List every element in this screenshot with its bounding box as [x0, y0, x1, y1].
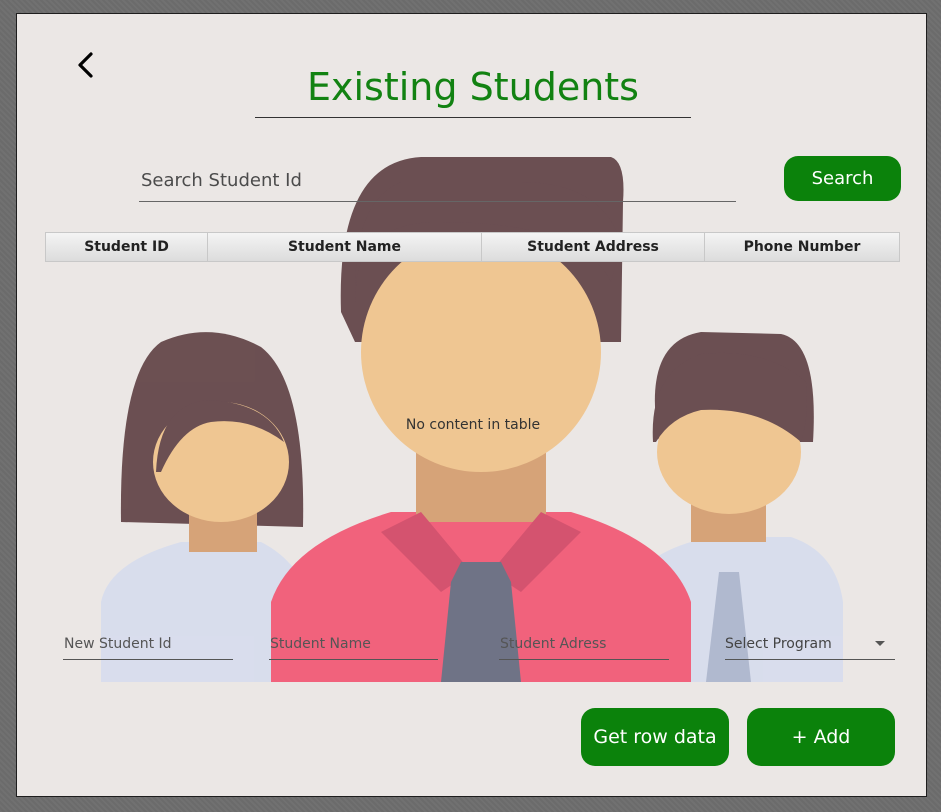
students-illustration: [101, 157, 843, 682]
column-header-student-id[interactable]: Student ID: [46, 233, 208, 261]
table-empty-message: No content in table: [405, 417, 541, 433]
chevron-left-icon: [78, 52, 93, 78]
students-window: Existing Students Search Student Id Sear…: [16, 13, 927, 797]
page-title: Existing Students: [255, 62, 691, 118]
search-input[interactable]: [139, 159, 736, 202]
column-header-phone-number[interactable]: Phone Number: [705, 233, 899, 261]
column-header-student-address[interactable]: Student Address: [482, 233, 705, 261]
program-select[interactable]: Select Program: [725, 628, 895, 660]
chevron-down-icon: [875, 641, 885, 646]
get-row-data-button[interactable]: Get row data: [581, 708, 729, 766]
new-student-id-field[interactable]: [63, 628, 233, 660]
student-name-field[interactable]: [269, 628, 438, 660]
program-select-value: Select Program: [725, 635, 832, 652]
students-table-header: Student ID Student Name Student Address …: [45, 232, 900, 262]
add-button[interactable]: + Add: [747, 708, 895, 766]
back-button[interactable]: [73, 50, 103, 82]
column-header-student-name[interactable]: Student Name: [208, 233, 482, 261]
search-button[interactable]: Search: [784, 156, 901, 201]
student-address-field[interactable]: [499, 628, 669, 660]
